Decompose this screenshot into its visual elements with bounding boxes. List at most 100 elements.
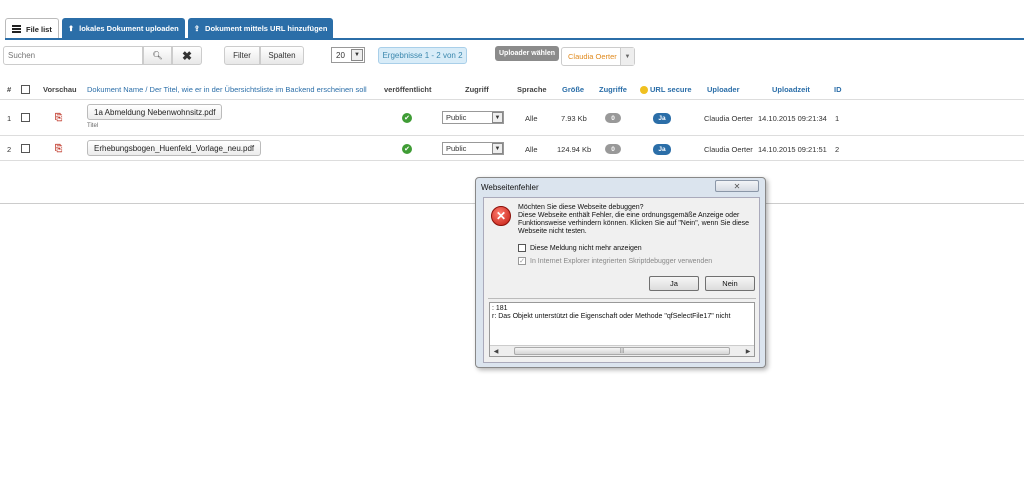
close-icon: ✕ [733, 181, 741, 191]
url-secure-badge[interactable]: Ja [653, 113, 671, 124]
error-icon: ✕ [491, 206, 511, 226]
use-debugger-label: In Internet Explorer integrierten Skript… [530, 257, 713, 265]
tab-url-add-label: Dokument mittels URL hinzufügen [205, 23, 328, 33]
col-name[interactable]: Dokument Name / Der Titel, wie er in der… [87, 85, 367, 94]
published-check-icon[interactable]: ✔ [402, 144, 412, 154]
results-count: Ergebnisse 1 - 2 von 2 [378, 47, 467, 64]
language-value: Alle [525, 114, 538, 123]
search-input[interactable] [3, 46, 143, 65]
access-value: Public [446, 113, 467, 122]
col-language[interactable]: Sprache [517, 85, 547, 94]
search-icon: 🔍︎ [152, 51, 163, 60]
dialog-separator [488, 298, 756, 299]
language-value: Alle [525, 145, 538, 154]
tab-file-list[interactable]: File list [5, 18, 59, 39]
col-num: # [7, 85, 12, 94]
col-access[interactable]: Zugriff [465, 85, 489, 94]
page-size-select[interactable]: 20 ▼ [331, 47, 365, 63]
id-value: 1 [835, 114, 840, 123]
columns-button[interactable]: Spalten [260, 46, 304, 65]
row-num: 2 [7, 145, 12, 154]
uploader-filter-label: Uploader wählen [495, 46, 559, 61]
close-icon: ✖ [181, 48, 193, 63]
dialog-message: Möchten Sie diese Webseite debuggen? Die… [518, 204, 756, 236]
tab-local-upload[interactable]: ⬆ lokales Dokument uploaden [61, 18, 185, 38]
size-value: 124.94 Kb [557, 145, 592, 154]
chevron-down-icon: ▼ [351, 49, 363, 61]
table-row: 1 ⎘ 1a Abmeldung Nebenwohnsitz.pdf Titel… [0, 99, 1024, 135]
col-upload-time[interactable]: Uploadzeit [772, 85, 810, 94]
filter-button[interactable]: Filter [224, 46, 260, 65]
dialog-title: Webseitenfehler [481, 183, 539, 192]
page-size-value: 20 [336, 50, 345, 60]
list-icon [12, 25, 21, 33]
search-button[interactable]: 🔍︎ [143, 46, 172, 65]
col-id[interactable]: ID [834, 85, 842, 94]
pdf-icon[interactable]: ⎘ [55, 112, 64, 122]
hits-badge: 0 [605, 113, 621, 123]
table-header: # Vorschau Dokument Name / Der Titel, wi… [0, 85, 1024, 97]
scroll-thumb[interactable]: ||| [514, 347, 730, 355]
share-icon: ⇪ [193, 23, 201, 33]
dont-show-again-checkbox[interactable] [518, 244, 526, 252]
col-size[interactable]: Größe [562, 85, 584, 94]
dialog-close-button[interactable]: ✕ [715, 180, 759, 192]
col-preview[interactable]: Vorschau [43, 85, 77, 94]
upload-time-value: 14.10.2015 09:21:51 [758, 145, 827, 154]
row-checkbox[interactable] [21, 113, 30, 122]
published-check-icon[interactable]: ✔ [402, 113, 412, 123]
table-row: 2 ⎘ Erhebungsbogen_Huenfeld_Vorlage_neu.… [0, 135, 1024, 161]
hits-badge: 0 [605, 144, 621, 154]
chevron-down-icon: ▼ [620, 48, 634, 65]
document-subtitle: Titel [87, 123, 99, 129]
tab-file-list-label: File list [26, 24, 52, 34]
upload-time-value: 14.10.2015 09:21:34 [758, 114, 827, 123]
access-select[interactable]: Public ▼ [442, 111, 504, 124]
url-secure-badge[interactable]: Ja [653, 144, 671, 155]
dont-show-again-option[interactable]: Diese Meldung nicht mehr anzeigen [518, 244, 642, 252]
row-num: 1 [7, 114, 12, 123]
row-checkbox[interactable] [21, 144, 30, 153]
access-select[interactable]: Public ▼ [442, 142, 504, 155]
size-value: 7.93 Kb [561, 114, 587, 123]
dialog-question: Möchten Sie diese Webseite debuggen? [518, 204, 644, 211]
col-published[interactable]: veröffentlicht [384, 85, 432, 94]
secure-icon [640, 86, 648, 95]
dialog-body: ✕ Möchten Sie diese Webseite debuggen? D… [483, 197, 760, 363]
upload-icon: ⬆ [67, 23, 75, 33]
uploader-value: Claudia Oerter [704, 145, 753, 154]
document-name-button[interactable]: 1a Abmeldung Nebenwohnsitz.pdf [87, 104, 223, 120]
uploader-select-value: Claudia Oerter [568, 52, 617, 61]
scroll-left-icon[interactable]: ◀ [491, 347, 501, 356]
tab-url-add[interactable]: ⇪ Dokument mittels URL hinzufügen [187, 18, 334, 38]
dialog-description: Diese Webseite enthält Fehler, die eine … [518, 212, 750, 235]
no-button[interactable]: Nein [705, 276, 755, 291]
clear-search-button[interactable]: ✖ [172, 46, 202, 65]
chevron-down-icon: ▼ [492, 143, 503, 154]
id-value: 2 [835, 145, 840, 154]
scroll-right-icon[interactable]: ▶ [743, 347, 753, 356]
col-url-secure[interactable]: URL secure [640, 85, 692, 95]
dont-show-again-label: Diese Meldung nicht mehr anzeigen [530, 244, 642, 252]
uploader-value: Claudia Oerter [704, 114, 753, 123]
checkmark-icon: ✓ [518, 257, 526, 265]
tab-bar: File list ⬆ lokales Dokument uploaden ⇪ … [5, 18, 334, 39]
select-all-checkbox[interactable] [21, 85, 30, 94]
use-debugger-option: ✓ In Internet Explorer integrierten Skri… [518, 257, 712, 265]
col-uploader[interactable]: Uploader [707, 85, 740, 94]
error-dialog: Webseitenfehler ✕ ✕ Möchten Sie diese We… [475, 177, 766, 368]
horizontal-scrollbar[interactable]: ◀ ||| ▶ [490, 345, 754, 356]
col-url-secure-label: URL secure [650, 85, 692, 94]
document-name-button[interactable]: Erhebungsbogen_Huenfeld_Vorlage_neu.pdf [87, 140, 262, 156]
tab-local-upload-label: lokales Dokument uploaden [79, 23, 179, 33]
access-value: Public [446, 144, 467, 153]
tab-underline [5, 38, 1024, 40]
error-details[interactable]: : 181 r: Das Objekt unterstützt die Eige… [489, 302, 755, 357]
col-hits[interactable]: Zugriffe [599, 85, 627, 94]
uploader-select[interactable]: Claudia Oerter ▼ [561, 47, 635, 66]
yes-button[interactable]: Ja [649, 276, 699, 291]
pdf-icon[interactable]: ⎘ [55, 143, 64, 153]
error-line: : 181 [492, 305, 508, 312]
error-message: r: Das Objekt unterstützt die Eigenschaf… [492, 313, 731, 320]
chevron-down-icon: ▼ [492, 112, 503, 123]
